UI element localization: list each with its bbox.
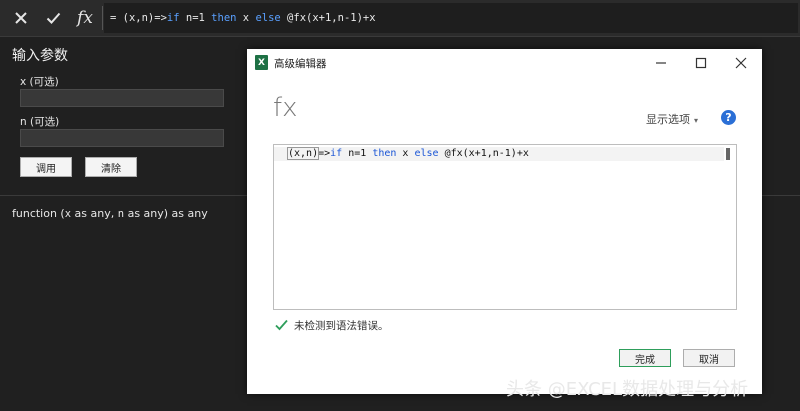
code-token: @fx(x+1,n-1)+x: [438, 148, 529, 159]
minimize-button[interactable]: [641, 49, 681, 77]
code-line: (x,n)=>if n=1 then x else @fx(x+1,n-1)+x: [286, 147, 529, 160]
formula-bar-divider: [102, 6, 103, 30]
close-dialog-button[interactable]: [721, 49, 761, 77]
code-editor[interactable]: (x,n)=>if n=1 then x else @fx(x+1,n-1)+x: [273, 144, 737, 310]
signature-suffix: as any) as any: [124, 207, 208, 220]
param-label-x: x (可选): [20, 76, 59, 88]
syntax-status-text: 未检测到语法错误。: [294, 319, 389, 332]
app-root: fx = (x,n)=>if n=1 then x else @fx(x+1,n…: [0, 0, 800, 411]
formula-token: if: [166, 12, 180, 24]
editor-scrollbar-thumb[interactable]: [726, 148, 730, 160]
formula-token: else: [255, 12, 281, 24]
success-check-icon: [275, 319, 288, 331]
query-name-heading: fx: [273, 93, 298, 123]
help-icon[interactable]: ?: [721, 110, 736, 125]
code-token: (x,n): [286, 147, 320, 160]
signature-prefix: function (: [12, 207, 65, 220]
maximize-button[interactable]: [681, 49, 721, 77]
code-token: =>: [318, 148, 331, 159]
formula-token: @fx(x+1,n-1)+x: [280, 12, 376, 24]
minimize-icon: [656, 62, 666, 64]
fx-icon: fx: [77, 8, 93, 28]
cancel-button[interactable]: 取消: [683, 349, 735, 367]
clear-button[interactable]: 清除: [85, 157, 137, 177]
insert-function-button[interactable]: fx: [70, 0, 100, 36]
check-icon: [46, 12, 60, 24]
formula-token: then: [211, 12, 237, 24]
param-input-x[interactable]: [20, 89, 224, 107]
param-input-n[interactable]: [20, 129, 224, 147]
chevron-down-icon: ▾: [694, 116, 699, 125]
code-token: n=1: [342, 148, 373, 159]
code-token: if: [330, 148, 343, 159]
dialog-titlebar[interactable]: X 高级编辑器: [247, 49, 762, 77]
formula-token: n=1: [179, 12, 212, 24]
done-button[interactable]: 完成: [619, 349, 671, 367]
signature-mid: as any,: [71, 207, 118, 220]
formula-token: = (x,n)=>: [110, 12, 167, 24]
formula-input[interactable]: = (x,n)=>if n=1 then x else @fx(x+1,n-1)…: [104, 3, 798, 33]
formula-token: x: [236, 12, 256, 24]
close-icon: [15, 12, 27, 24]
syntax-status: 未检测到语法错误。: [275, 317, 389, 333]
close-icon: [735, 57, 747, 69]
code-token: else: [414, 148, 439, 159]
formula-bar: fx = (x,n)=>if n=1 then x else @fx(x+1,n…: [0, 0, 800, 37]
cancel-formula-button[interactable]: [6, 0, 36, 36]
watermark-text: 头条 @EXCEL数据处理与分析: [506, 379, 749, 400]
invoke-button[interactable]: 调用: [20, 157, 72, 177]
confirm-formula-button[interactable]: [38, 0, 68, 36]
function-signature: function (x as any, n as any) as any: [12, 207, 208, 220]
code-token: then: [372, 148, 397, 159]
maximize-icon: [695, 57, 707, 69]
dialog-title: 高级编辑器: [274, 58, 327, 70]
params-panel-title: 输入参数: [12, 48, 68, 64]
code-token: x: [396, 148, 415, 159]
excel-app-icon: X: [255, 55, 268, 70]
param-label-n: n (可选): [20, 116, 60, 128]
display-options-dropdown[interactable]: 显示选项 ▾: [646, 111, 698, 127]
display-options-label: 显示选项: [646, 113, 690, 126]
advanced-editor-dialog: X 高级编辑器 fx 显示选项 ▾ ? (x,n)=>if n=1 then x…: [247, 49, 762, 394]
